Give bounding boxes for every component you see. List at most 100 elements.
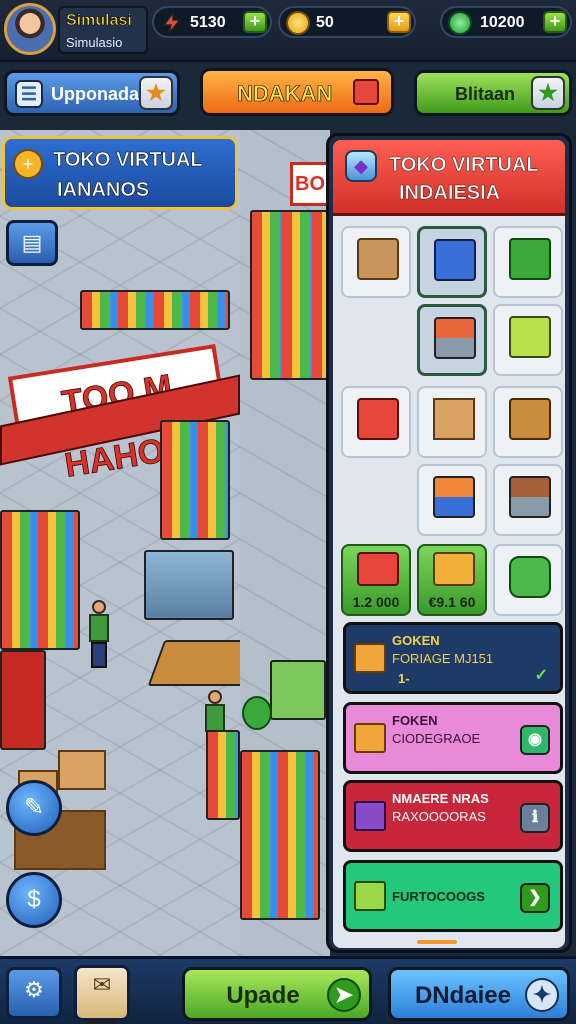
center-action-button[interactable]: NDAKAN <box>200 68 394 116</box>
stock-box <box>58 750 106 790</box>
offer-row[interactable]: GOKEN FORIAGE MJ151 1- ✓ <box>343 622 563 694</box>
player-name: Simulasi <box>66 12 132 30</box>
energy-value: 5130 <box>190 14 226 31</box>
shop-item-green-produce-basket[interactable] <box>493 226 563 298</box>
money-icon: $ <box>27 886 41 913</box>
top-status-bar: Simulasi Simulasio 5130 + 50 + 10200 + <box>0 0 576 62</box>
player-avatar[interactable] <box>4 3 56 55</box>
package-icon <box>354 881 386 911</box>
cashier-person[interactable] <box>205 690 225 732</box>
arrow-right-icon[interactable]: ❯ <box>520 883 550 913</box>
add-gems-button[interactable]: + <box>543 11 567 33</box>
update-button[interactable]: Upade ➤ <box>182 967 372 1021</box>
coin-counter: 50 + <box>278 6 416 38</box>
star-icon-right: ★ <box>531 76 565 110</box>
coin-icon <box>286 11 310 35</box>
player-panel[interactable]: Simulasi Simulasio <box>58 6 148 54</box>
blue-basket-icon <box>434 239 476 281</box>
shop-item-blue-basket[interactable] <box>417 226 487 298</box>
shop-badge-icon: ◆ <box>345 150 377 182</box>
gem-icon <box>448 11 472 35</box>
grocery-basket-icon <box>357 552 399 586</box>
parcel-icon: ✉ <box>92 972 112 997</box>
item-price: €9.1 60 <box>428 594 476 610</box>
tall-shelf <box>250 210 330 380</box>
bottom-bar: ⚙ ✉ Botta Upade ➤ DNdaiee ✦ <box>0 956 576 1024</box>
back-shelf <box>80 290 230 330</box>
money-round-button[interactable]: $ <box>6 872 62 928</box>
offer-row[interactable]: FURTOCOOGS ❯ <box>343 860 563 932</box>
register-button[interactable]: ▤ <box>6 220 58 266</box>
shop-title-line1: TOKO VIRTUAL <box>389 154 539 177</box>
center-action-label: NDAKAN <box>237 81 333 107</box>
shop-item-grocery-basket-green[interactable]: 1.2 000 <box>341 544 411 616</box>
yellow-cart-icon <box>509 316 551 358</box>
shop-item-bread-cart[interactable] <box>493 464 563 536</box>
dnd-button[interactable]: DNdaiee ✦ <box>388 967 570 1021</box>
shop-item-red-cart[interactable] <box>341 386 411 458</box>
offer-title: GOKEN <box>392 633 440 648</box>
front-shelf <box>240 750 320 920</box>
cart-rack <box>206 730 240 820</box>
gem-value: 10200 <box>480 14 525 31</box>
box-button[interactable]: ✉ Botta <box>74 965 130 1024</box>
store-scene-middle[interactable]: BO <box>240 130 330 956</box>
scene-title-line2: IANANOS <box>57 179 150 202</box>
shop-item-drink-bottles[interactable] <box>493 544 563 616</box>
box-icon <box>354 643 386 673</box>
offer-subtitle: RAXOOOORAS <box>392 809 486 824</box>
gift-box-icon <box>354 801 386 831</box>
edit-round-button[interactable]: ✎ <box>6 780 62 836</box>
arrow-icon: ➤ <box>327 978 361 1012</box>
shopping-bag-icon <box>353 79 379 105</box>
info-icon[interactable]: ℹ <box>520 803 550 833</box>
player-subtitle: Simulasio <box>66 35 123 50</box>
box-button-label: Botta <box>87 1018 117 1024</box>
fridge-counter <box>144 550 234 620</box>
shop-item-yellow-cart[interactable] <box>493 304 563 376</box>
energy-counter: 5130 + <box>152 6 272 38</box>
shop-item-shopping-bags[interactable] <box>341 226 411 298</box>
sparkle-icon: ✦ <box>525 978 559 1012</box>
offer-title: FURTOCOOGS <box>392 889 485 904</box>
product-shelf-left <box>0 510 80 650</box>
cash-register-icon: ▤ <box>21 230 43 255</box>
check-icon: ✓ <box>534 667 548 684</box>
shop-item-cardboard-box[interactable] <box>417 386 487 458</box>
offer-extra: 1- <box>398 671 410 686</box>
product-shelf-right <box>160 420 230 540</box>
checkout-table <box>147 640 240 686</box>
menu-icon: ☰ <box>15 80 43 108</box>
upponada-button[interactable]: ☰ Upponada ★ <box>4 70 180 116</box>
box-icon <box>354 723 386 753</box>
shop-item-gift-basket-green[interactable]: €9.1 60 <box>417 544 487 616</box>
shop-header: ◆ TOKO VIRTUAL INDAIESIA <box>333 140 565 216</box>
blitaan-label: Blitaan <box>455 84 516 104</box>
offer-subtitle: CIODEGRAOE <box>392 731 481 746</box>
shop-item-fruit-cart[interactable] <box>417 464 487 536</box>
eye-icon[interactable]: ◉ <box>520 725 550 755</box>
add-energy-button[interactable]: + <box>243 11 267 33</box>
blitaan-button[interactable]: Blitaan ★ <box>414 70 572 116</box>
offer-title: FOKEN <box>392 713 438 728</box>
green-basket-stack <box>270 660 326 720</box>
scroll-indicator[interactable] <box>417 940 457 944</box>
tools-button[interactable]: ⚙ <box>6 967 62 1019</box>
bread-cart-icon <box>509 476 551 518</box>
offer-title: NMAERE NRAS <box>392 791 489 806</box>
gift-basket-icon <box>433 552 475 586</box>
green-basket-icon <box>509 238 551 280</box>
shop-item-produce-cart[interactable] <box>417 304 487 376</box>
coin-value: 50 <box>316 14 334 31</box>
shop-panel-inner: ◆ TOKO VIRTUAL INDAIESIA 1.2 000 €9.1 60… <box>333 140 565 948</box>
gem-counter: 10200 + <box>440 6 572 38</box>
offer-row[interactable]: NMAERE NRAS RAXOOOORAS ℹ <box>343 780 563 852</box>
add-coins-button[interactable]: + <box>387 11 411 33</box>
offer-row[interactable]: FOKEN CIODEGRAOE ◉ <box>343 702 563 774</box>
shop-item-bread-crate[interactable] <box>493 386 563 458</box>
red-cart-icon <box>357 398 399 440</box>
bread-crate-icon <box>509 398 551 440</box>
produce-cart-icon <box>434 317 476 359</box>
shopper-person[interactable] <box>89 600 109 668</box>
scene-title-banner[interactable]: + TOKO VIRTUAL IANANOS <box>2 136 238 210</box>
